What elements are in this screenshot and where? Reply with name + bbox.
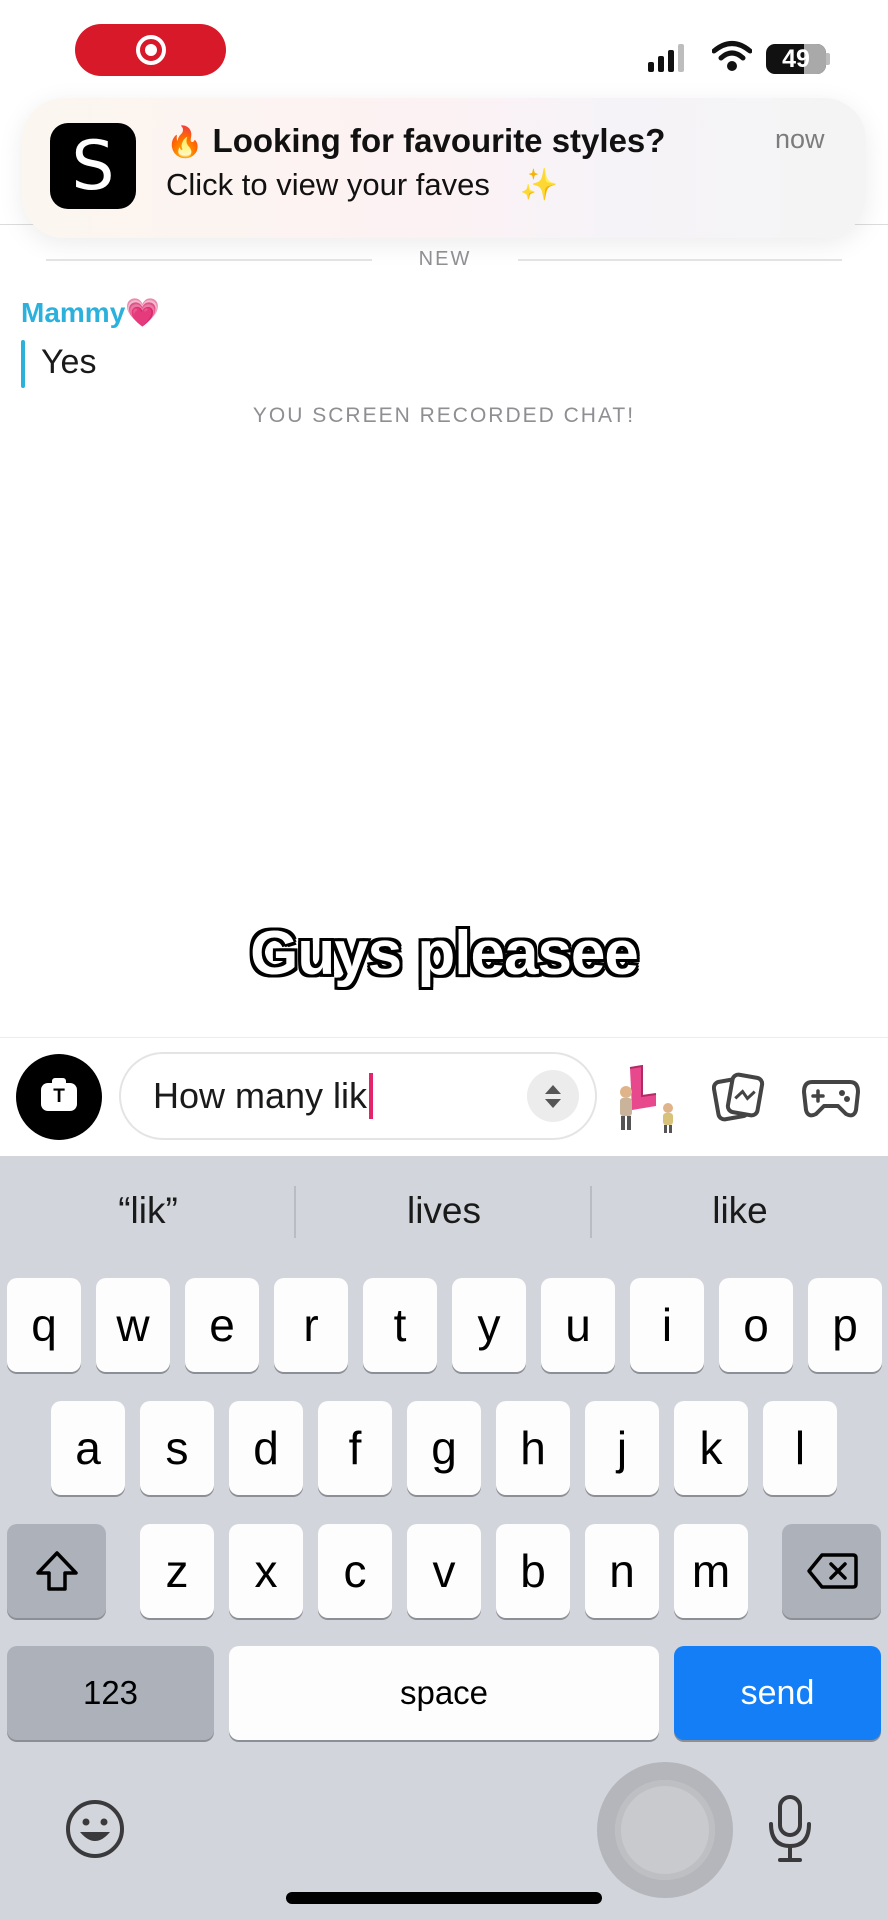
key-v[interactable]: v	[407, 1524, 481, 1618]
key-r[interactable]: r	[274, 1278, 348, 1372]
key-f[interactable]: f	[318, 1401, 392, 1495]
key-g[interactable]: g	[407, 1401, 481, 1495]
notification-body-text: Click to view your faves	[166, 167, 490, 202]
overlay-caption: Guys pleasee	[250, 919, 639, 988]
home-indicator[interactable]	[286, 1892, 602, 1904]
new-divider-left	[46, 259, 372, 261]
key-b[interactable]: b	[496, 1524, 570, 1618]
assistive-touch-button[interactable]	[597, 1762, 733, 1898]
numbers-key[interactable]: 123	[7, 1646, 214, 1740]
key-y[interactable]: y	[452, 1278, 526, 1372]
emoji-icon[interactable]	[64, 1798, 126, 1860]
chat-input-text[interactable]: How many lik	[153, 1073, 374, 1119]
signal-icon	[648, 44, 684, 72]
message-text[interactable]: Yes	[41, 343, 96, 382]
system-notice: YOU SCREEN RECORDED CHAT!	[252, 404, 636, 427]
key-s[interactable]: s	[140, 1401, 214, 1495]
key-n[interactable]: n	[585, 1524, 659, 1618]
key-t[interactable]: t	[363, 1278, 437, 1372]
chat-input-value: How many lik	[153, 1075, 368, 1116]
key-l[interactable]: l	[763, 1401, 837, 1495]
notification-title: 🔥 Looking for favourite styles?	[166, 122, 665, 160]
key-k[interactable]: k	[674, 1401, 748, 1495]
battery-tip	[826, 53, 830, 65]
microphone-icon[interactable]	[764, 1794, 816, 1864]
sparkle-emoji: ✨	[519, 167, 559, 202]
sticker-icon[interactable]	[712, 1070, 766, 1124]
key-c[interactable]: c	[318, 1524, 392, 1618]
bitmoji-icon[interactable]	[612, 1062, 684, 1134]
key-o[interactable]: o	[719, 1278, 793, 1372]
sender-heart-emoji: 💗	[125, 297, 161, 328]
key-x[interactable]: x	[229, 1524, 303, 1618]
key-h[interactable]: h	[496, 1401, 570, 1495]
key-m[interactable]: m	[674, 1524, 748, 1618]
notification-body: Click to view your faves ✨	[166, 166, 559, 203]
send-key[interactable]: send	[674, 1646, 881, 1740]
fire-emoji: 🔥	[166, 126, 204, 159]
backspace-icon	[806, 1553, 858, 1589]
camera-icon: T	[41, 1078, 77, 1111]
message-sender[interactable]: Mammy💗	[21, 296, 160, 329]
backspace-key[interactable]	[782, 1524, 881, 1618]
key-a[interactable]: a	[51, 1401, 125, 1495]
wifi-icon	[712, 41, 752, 71]
game-controller-icon[interactable]	[802, 1072, 860, 1122]
key-z[interactable]: z	[140, 1524, 214, 1618]
key-e[interactable]: e	[185, 1278, 259, 1372]
key-i[interactable]: i	[630, 1278, 704, 1372]
new-divider-label: NEW	[418, 248, 472, 270]
app-icon: S	[50, 123, 136, 209]
key-q[interactable]: q	[7, 1278, 81, 1372]
notification-title-text: Looking for favourite styles?	[212, 122, 666, 159]
key-u[interactable]: u	[541, 1278, 615, 1372]
shift-key[interactable]	[7, 1524, 106, 1618]
notification-time: now	[775, 124, 825, 154]
stepper-icon[interactable]	[527, 1070, 579, 1122]
suggestion-1[interactable]: “lik”	[0, 1190, 296, 1232]
screen-record-indicator[interactable]	[75, 24, 226, 76]
key-w[interactable]: w	[96, 1278, 170, 1372]
battery-level: 49	[782, 44, 810, 73]
suggestion-3[interactable]: like	[592, 1190, 888, 1232]
camera-glyph: T	[53, 1086, 65, 1107]
battery-icon: 49	[766, 44, 826, 74]
record-icon	[135, 35, 166, 65]
new-divider-right	[518, 259, 842, 261]
text-caret	[369, 1073, 374, 1119]
suggestion-2[interactable]: lives	[296, 1190, 592, 1232]
key-j[interactable]: j	[585, 1401, 659, 1495]
sender-name: Mammy	[21, 297, 126, 328]
key-p[interactable]: p	[808, 1278, 882, 1372]
composer-divider	[0, 1037, 888, 1038]
key-d[interactable]: d	[229, 1401, 303, 1495]
message-accent-bar	[21, 340, 25, 388]
space-key[interactable]: space	[229, 1646, 659, 1740]
camera-button[interactable]: T	[16, 1054, 102, 1140]
shift-icon	[35, 1551, 78, 1591]
